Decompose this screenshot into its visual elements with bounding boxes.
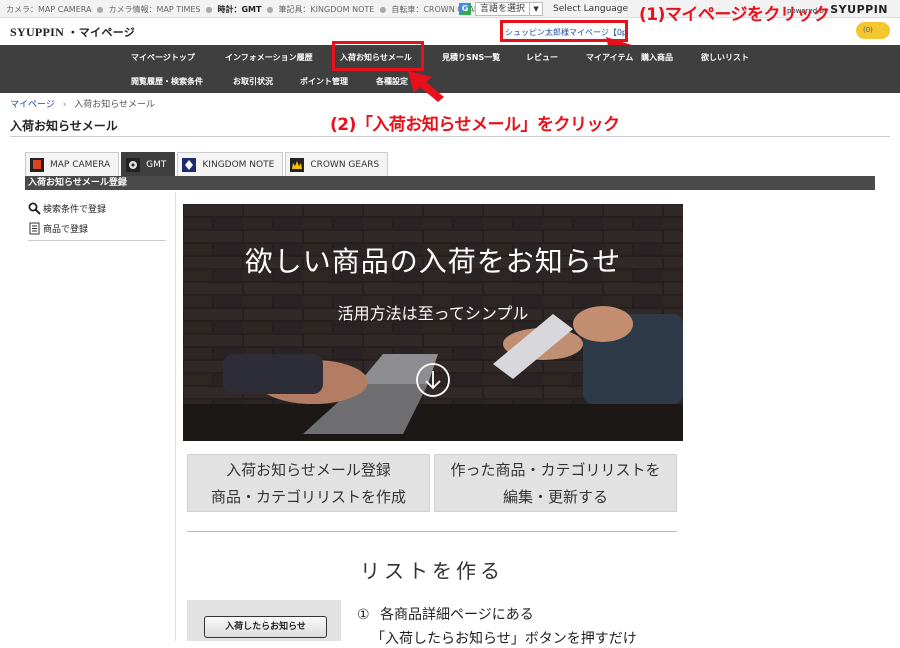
register-list-button[interactable]: 入荷お知らせメール登録 商品・カテゴリリストを作成 [187,454,430,512]
gmt-icon [126,157,141,172]
nav-item-points[interactable]: ポイント管理 [300,76,348,87]
separator: ● [96,5,104,14]
step-1: ① 各商品詳細ページにある [357,604,534,624]
points-badge[interactable]: (0) [856,22,890,39]
annotation-step2: (2)「入荷お知らせメール」をクリック [330,115,620,135]
nav-row-1: マイページトップ インフォメーション履歴 入荷お知らせメール 見積りSNS一覧 … [0,45,900,69]
nav-item-history[interactable]: 閲覧履歴・検索条件 [131,76,203,87]
hero-banner: 欲しい商品の入荷をお知らせ 活用方法は至ってシンプル [183,204,683,441]
breadcrumb-separator: › [62,100,67,110]
google-translate-icon: G [459,2,471,15]
tab-label: CROWN GEARS [310,159,380,170]
logo-suffix: ・マイページ [67,26,136,39]
search-icon [28,202,41,215]
sidebar-item-product[interactable]: 商品で登録 [28,218,166,238]
tab-label: MAP CAMERA [50,159,111,170]
logo-text: SYUPPIN [10,25,65,39]
tab-label: KINGDOM NOTE [202,159,275,170]
site-link-map-times[interactable]: カメラ情報：MAP TIMES [108,5,200,14]
edit-line1: 作った商品・カテゴリリストを [450,461,661,479]
chevron-down-icon[interactable]: ▼ [530,1,544,16]
down-arrow-circle-icon[interactable] [415,362,451,398]
separator: ● [379,5,387,14]
nav-item-my-items[interactable]: マイアイテム [586,52,633,63]
store-tabs: MAP CAMERA GMT KINGDOM NOTE CROWN GEARS [25,152,390,176]
site-logo[interactable]: SYUPPIN ・マイページ [10,24,135,40]
main-nav: マイページトップ インフォメーション履歴 入荷お知らせメール 見積りSNS一覧 … [0,45,900,93]
tab-gmt[interactable]: GMT [121,152,176,176]
edit-line2: 編集・更新する [502,488,608,506]
notify-on-arrival-button[interactable]: 入荷したらお知らせ [204,616,327,638]
sidebar-divider [28,240,166,241]
breadcrumb-home[interactable]: マイページ [10,100,55,110]
language-selector[interactable]: G 言語を選択 ▼ Select Language [459,1,628,16]
separator: ● [205,5,213,14]
breadcrumb-current: 入荷お知らせメール [74,100,156,110]
register-line1: 入荷お知らせメール登録 [226,461,391,479]
sidebar-item-label: 検索条件で登録 [43,204,107,215]
title-divider [10,136,890,137]
nav-item-wishlist[interactable]: 欲しいリスト [701,52,749,63]
site-link-gmt[interactable]: 時計：GMT [217,5,261,14]
nav-item-information[interactable]: インフォメーション履歴 [225,52,313,63]
register-line2: 商品・カテゴリリストを作成 [210,488,406,506]
edit-list-button[interactable]: 作った商品・カテゴリリストを 編集・更新する [434,454,677,512]
annotation-arrow-2 [408,71,444,102]
nav-item-mypage-top[interactable]: マイページトップ [131,52,195,63]
page-title: 入荷お知らせメール [10,119,118,133]
site-link-map-camera[interactable]: カメラ：MAP CAMERA [6,5,91,14]
crown-gears-icon [290,157,305,172]
hero-title: 欲しい商品の入荷をお知らせ [244,245,622,278]
step-1-continued: 「入荷したらお知らせ」ボタンを押すだけ [371,631,637,647]
separator: ● [266,5,274,14]
tab-map-camera[interactable]: MAP CAMERA [25,152,120,176]
language-select-button[interactable]: 言語を選択 [475,1,531,16]
tab-crown-gears[interactable]: CROWN GEARS [285,152,389,176]
list-section-title: リストを作る [360,559,504,583]
select-language-label: Select Language [553,3,629,14]
nav-item-estimate-sns[interactable]: 見積りSNS一覧 [442,52,500,63]
tab-label: GMT [146,159,167,170]
map-camera-icon [30,157,44,172]
section-divider [187,531,677,532]
nav-item-purchased[interactable]: 購入商品 [641,52,673,63]
step-number: ① [357,607,370,623]
nav-item-transactions[interactable]: お取引状況 [233,76,273,87]
section-header: 入荷お知らせメール登録 [25,176,875,190]
sidebar: 検索条件で登録 商品で登録 [28,198,166,241]
sidebar-item-search-condition[interactable]: 検索条件で登録 [28,198,166,218]
breadcrumb: マイページ › 入荷お知らせメール [10,97,155,110]
step-text: 各商品詳細ページにある [380,607,534,623]
tab-kingdom-note[interactable]: KINGDOM NOTE [177,152,284,176]
kingdom-note-icon [182,157,197,172]
annotation-step1: (1)マイページをクリック [639,5,830,25]
document-icon [29,222,40,234]
nav-row-2: 閲覧履歴・検索条件 お取引状況 ポイント管理 各種設定 [0,69,900,93]
nav-item-review[interactable]: レビュー [526,52,558,63]
powered-by-brand: SYUPPIN [830,3,888,16]
hero-subtitle: 活用方法は至ってシンプル [337,304,529,323]
sidebar-item-label: 商品で登録 [43,224,89,235]
site-links: カメラ：MAP CAMERA ● カメラ情報：MAP TIMES ● 時計：GMT ● 筆記… [6,4,485,15]
site-link-kingdom-note[interactable]: 筆記具：KINGDOM NOTE [278,5,374,14]
